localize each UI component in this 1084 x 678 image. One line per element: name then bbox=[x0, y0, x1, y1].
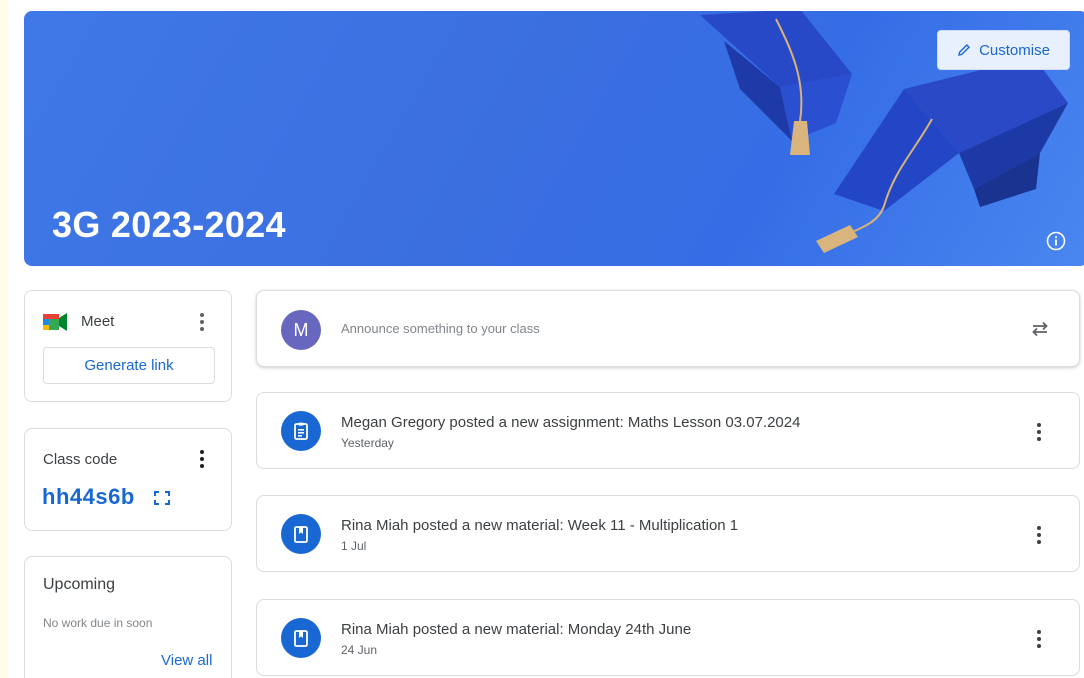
post-title: Rina Miah posted a new material: Monday … bbox=[341, 621, 692, 638]
upcoming-empty-text: No work due in soon bbox=[43, 616, 153, 630]
upcoming-card: Upcoming No work due in soon View all bbox=[24, 556, 232, 678]
post-date: 24 Jun bbox=[341, 643, 378, 657]
post-title: Megan Gregory posted a new assignment: M… bbox=[341, 414, 801, 431]
pencil-icon bbox=[958, 44, 971, 56]
repost-icon[interactable] bbox=[1029, 318, 1051, 340]
avatar: M bbox=[281, 310, 321, 350]
announce-box[interactable]: M Announce something to your class bbox=[256, 290, 1080, 367]
class-code-more-options-icon[interactable] bbox=[192, 448, 212, 470]
fullscreen-icon[interactable] bbox=[153, 490, 171, 506]
page: 3G 2023-2024 Customise Meet Generate lin… bbox=[0, 0, 1084, 678]
post-more-options-icon[interactable] bbox=[1029, 628, 1049, 650]
upcoming-title: Upcoming bbox=[43, 576, 116, 593]
customise-button[interactable]: Customise bbox=[937, 30, 1070, 70]
class-banner: 3G 2023-2024 Customise bbox=[24, 11, 1084, 266]
post-date: Yesterday bbox=[341, 436, 394, 450]
post-date: 1 Jul bbox=[341, 539, 367, 553]
stream-post[interactable]: Rina Miah posted a new material: Monday … bbox=[256, 599, 1080, 676]
class-code-label: Class code bbox=[43, 451, 118, 468]
assignment-icon bbox=[281, 411, 321, 451]
class-code-value: hh44s6b bbox=[42, 484, 135, 509]
class-title: 3G 2023-2024 bbox=[52, 204, 286, 245]
meet-label: Meet bbox=[81, 313, 115, 330]
generate-link-button[interactable]: Generate link bbox=[43, 347, 215, 384]
meet-card: Meet Generate link bbox=[24, 290, 232, 402]
customise-label: Customise bbox=[979, 41, 1050, 59]
class-code-card: Class code hh44s6b bbox=[24, 428, 232, 531]
post-title: Rina Miah posted a new material: Week 11… bbox=[341, 517, 739, 534]
post-more-options-icon[interactable] bbox=[1029, 421, 1049, 443]
meet-more-options-icon[interactable] bbox=[192, 311, 212, 333]
info-icon[interactable] bbox=[1045, 230, 1067, 252]
material-icon bbox=[281, 514, 321, 554]
post-more-options-icon[interactable] bbox=[1029, 524, 1049, 546]
classroom-stream: 3G 2023-2024 Customise Meet Generate lin… bbox=[8, 0, 1084, 678]
material-icon bbox=[281, 618, 321, 658]
stream-post[interactable]: Megan Gregory posted a new assignment: M… bbox=[256, 392, 1080, 469]
announce-placeholder: Announce something to your class bbox=[341, 321, 540, 336]
view-all-link[interactable]: View all bbox=[161, 652, 212, 669]
google-meet-icon bbox=[43, 313, 67, 331]
stream-post[interactable]: Rina Miah posted a new material: Week 11… bbox=[256, 495, 1080, 572]
